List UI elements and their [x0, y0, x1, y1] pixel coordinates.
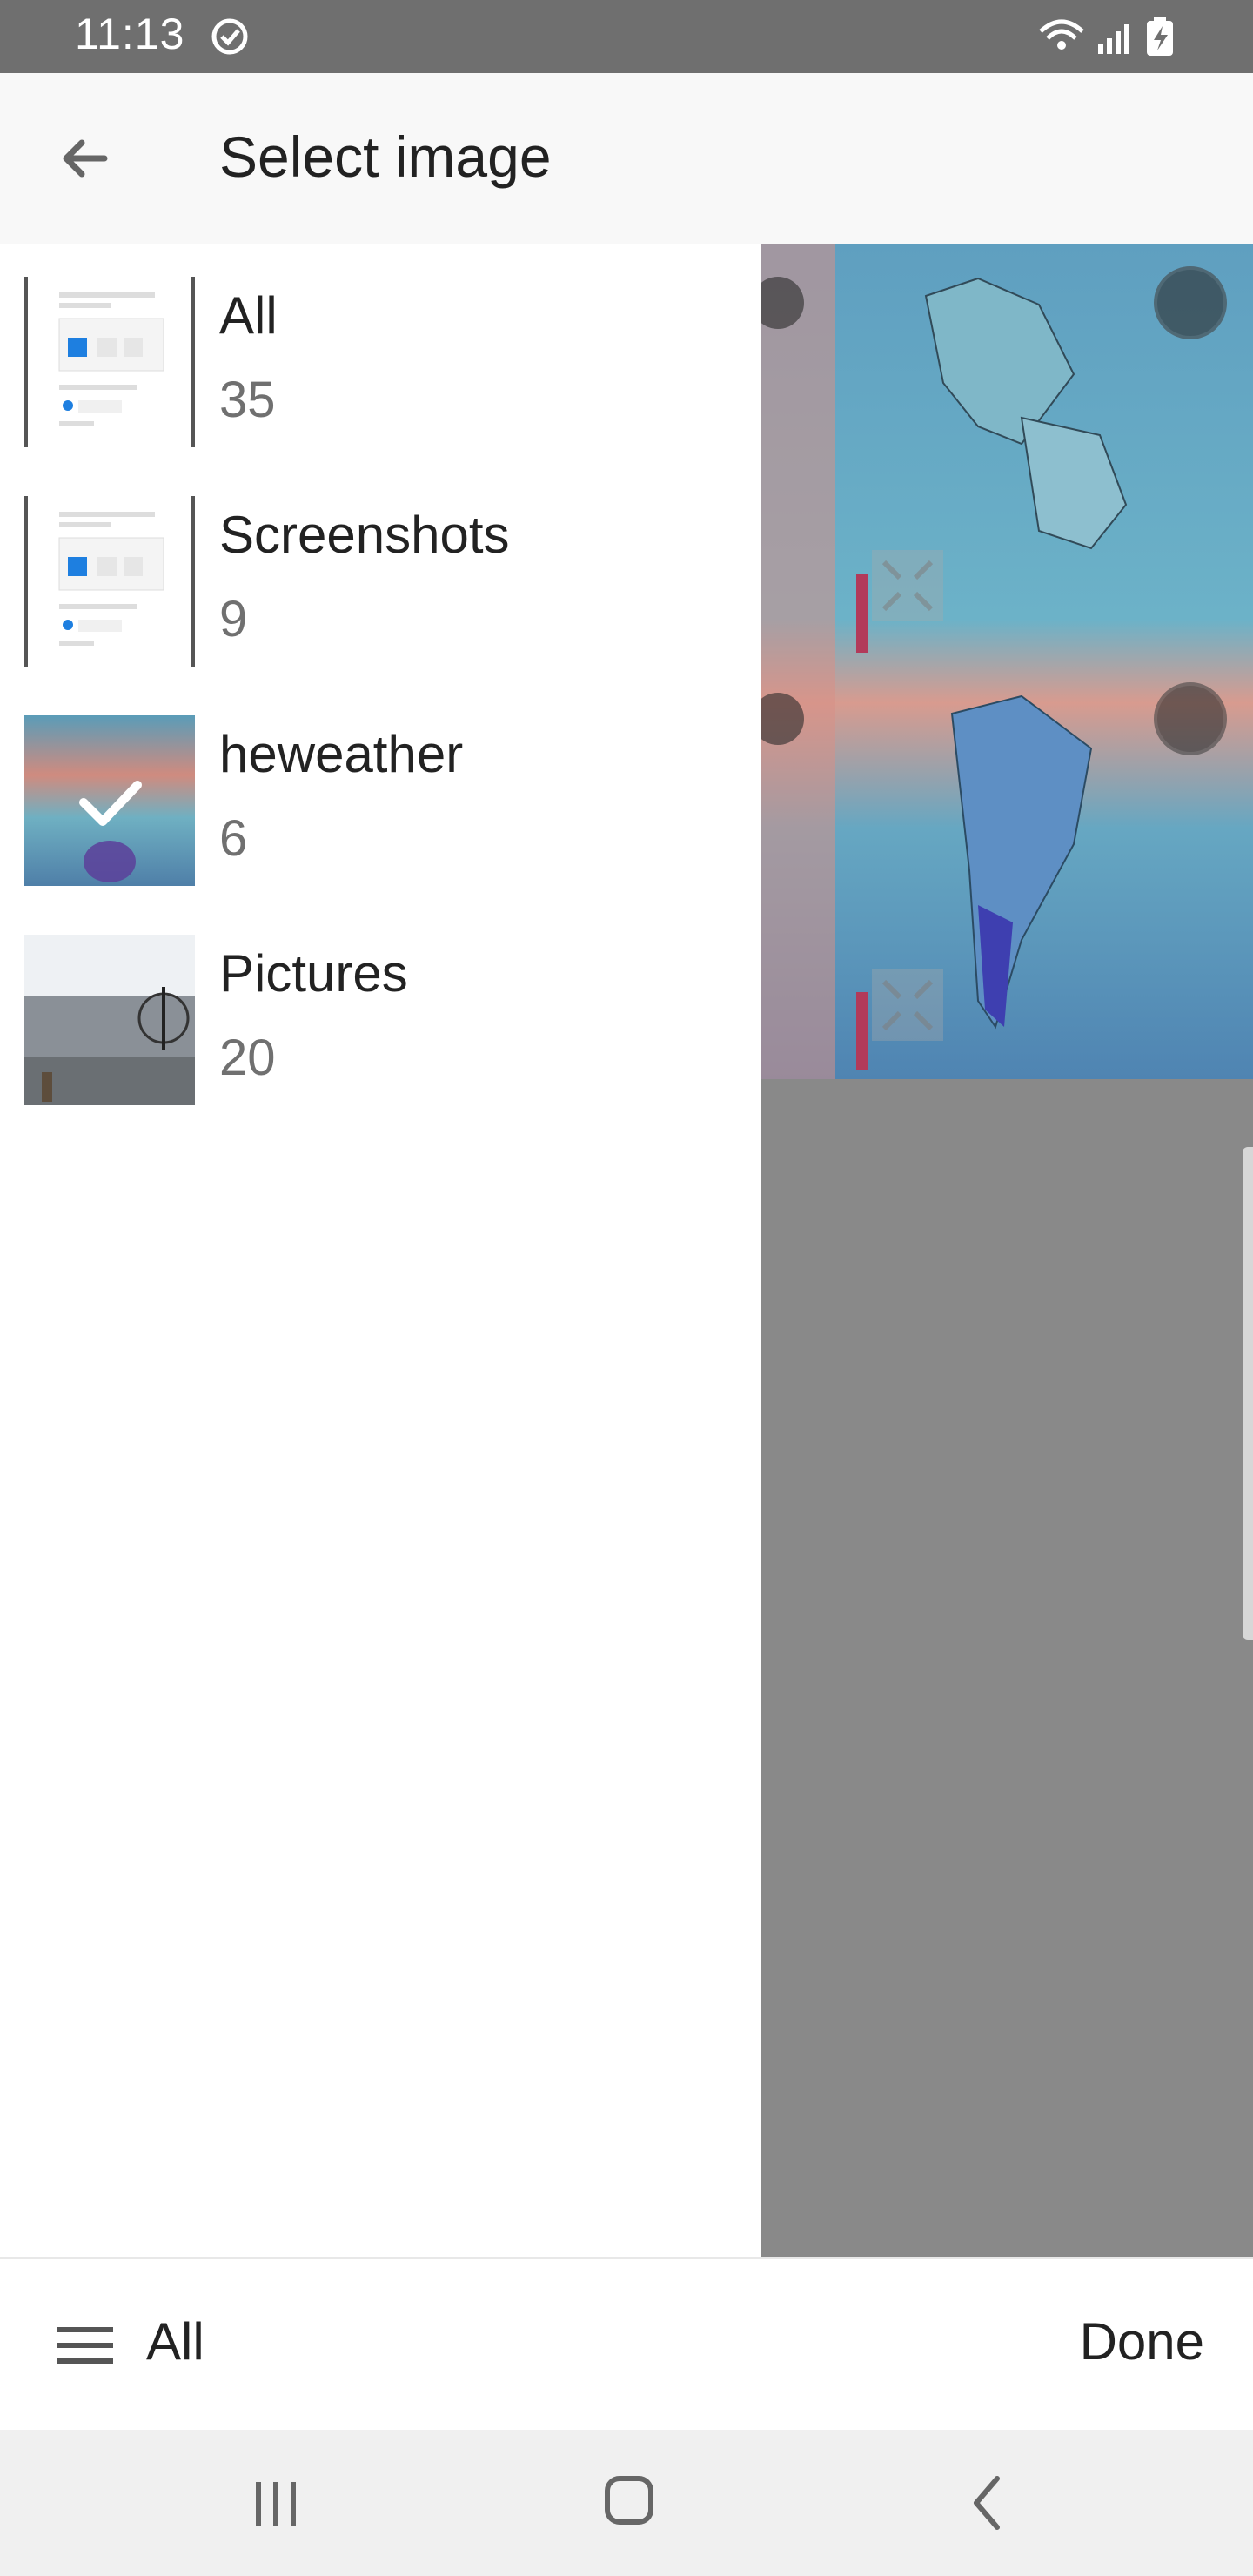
- home-icon: [605, 2476, 653, 2525]
- battery-icon: [1147, 17, 1173, 56]
- status-time: 11:13: [75, 10, 185, 58]
- album-name: heweather: [219, 725, 464, 783]
- signal-icon: [1098, 24, 1129, 54]
- album-item-all[interactable]: All 35: [0, 252, 761, 460]
- home-button[interactable]: [600, 2470, 658, 2535]
- menu-button[interactable]: [49, 2308, 122, 2381]
- album-item-pictures[interactable]: Pictures 20: [0, 910, 761, 1117]
- album-name: Pictures: [219, 944, 408, 1003]
- recent-apps-button[interactable]: [251, 2473, 303, 2539]
- select-circle-icon: [1154, 266, 1227, 339]
- album-thumbnail: [24, 496, 195, 667]
- bottom-bar: All Done: [0, 2257, 1253, 2432]
- album-name: Screenshots: [219, 506, 510, 564]
- album-name: All: [219, 286, 278, 345]
- sync-icon: [209, 16, 251, 62]
- album-item-heweather[interactable]: heweather 6: [0, 691, 761, 898]
- album-list: All 35 Screenshots 9 heweather 6 Picture…: [0, 244, 761, 2257]
- album-count: 20: [219, 1030, 276, 1086]
- status-bar: 11:13: [0, 0, 1253, 73]
- back-nav-button[interactable]: [961, 2470, 1013, 2540]
- current-album-label[interactable]: All: [146, 2311, 204, 2371]
- weather-map-image: [761, 244, 1253, 1079]
- album-thumbnail: [24, 715, 195, 886]
- album-item-screenshots[interactable]: Screenshots 9: [0, 472, 761, 679]
- app-bar: Select image: [0, 73, 1253, 244]
- done-button[interactable]: Done: [1080, 2311, 1204, 2371]
- select-circle-icon: [1154, 682, 1227, 755]
- scroll-handle[interactable]: [1243, 1147, 1253, 1640]
- album-thumbnail: [24, 277, 195, 447]
- album-thumbnail: [24, 935, 195, 1105]
- page-title: Select image: [219, 124, 552, 189]
- preview-pane: [761, 244, 1253, 2257]
- navigation-bar: [0, 2430, 1253, 2576]
- wifi-icon: [1039, 19, 1084, 50]
- chevron-left-icon: [974, 2476, 1000, 2530]
- album-count: 9: [219, 591, 248, 647]
- recent-apps-icon: [256, 2482, 296, 2526]
- back-button[interactable]: [44, 117, 127, 200]
- menu-icon: [57, 2327, 113, 2364]
- album-count: 35: [219, 372, 276, 428]
- status-icons: [1035, 16, 1192, 62]
- expand-icon: [872, 969, 943, 1041]
- album-count: 6: [219, 810, 248, 867]
- arrow-left-icon: [63, 139, 108, 178]
- expand-icon: [872, 550, 943, 621]
